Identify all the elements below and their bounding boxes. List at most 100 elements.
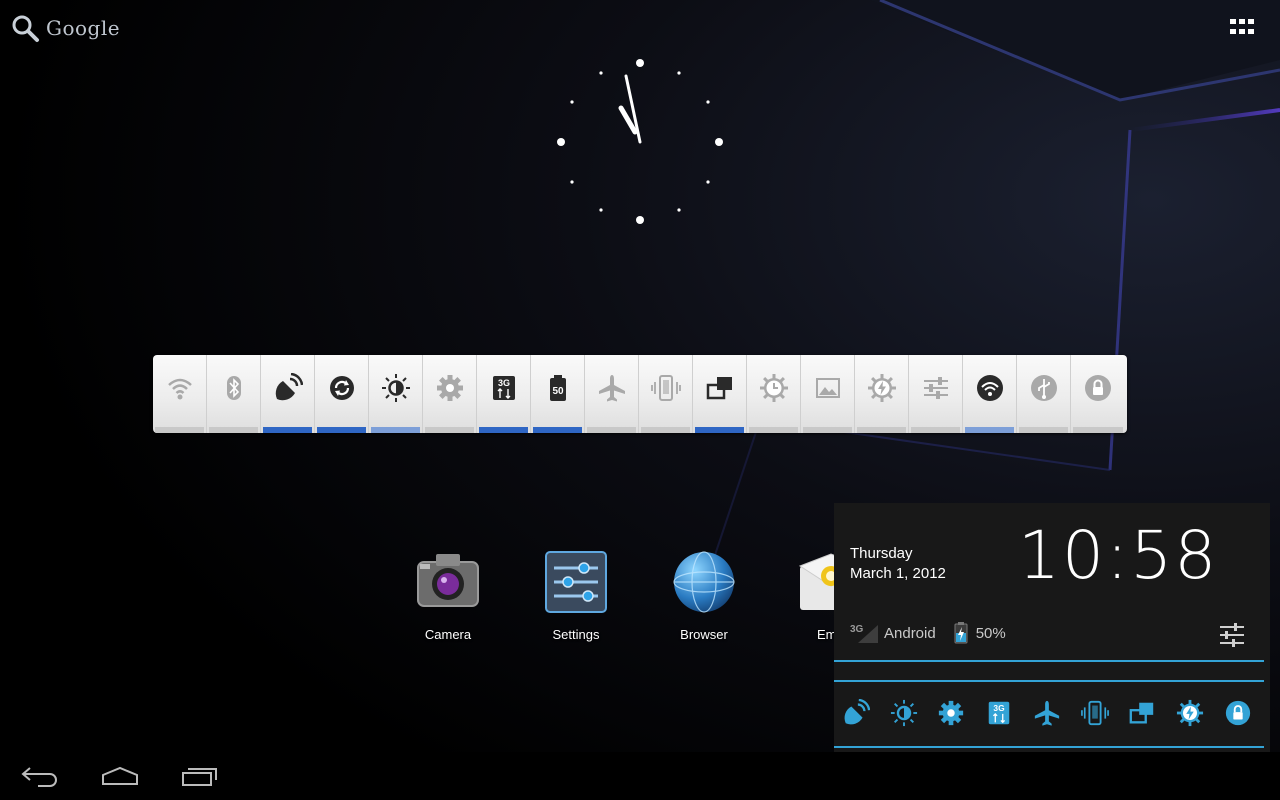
all-apps-grid-icon[interactable] [1228, 18, 1258, 38]
google-search-label: Google [46, 16, 121, 40]
analog-clock-widget[interactable] [540, 42, 740, 242]
power-save-icon [867, 374, 896, 402]
3g-signal-icon: 3G [850, 624, 878, 643]
toggle-state-indicator [425, 427, 474, 433]
vibrate-icon [1080, 700, 1109, 726]
3g-data-icon: 3G [988, 701, 1010, 725]
lock-icon [1085, 375, 1111, 401]
toggle-state-indicator [479, 427, 528, 433]
svg-text:50: 50 [552, 386, 564, 397]
quick-toggle-row: 3G [834, 693, 1264, 737]
quick-toggle-gps-satellite[interactable] [842, 698, 874, 731]
battery-charging-icon [954, 622, 968, 644]
toggle-state-indicator [641, 427, 690, 433]
rotate-screen-icon [706, 377, 732, 400]
date-label: March 1, 2012 [850, 565, 946, 582]
recent-apps-button[interactable] [170, 752, 230, 800]
power-toggle-lock[interactable] [1071, 355, 1125, 433]
toggle-state-indicator [695, 427, 744, 433]
power-toggle-settings[interactable] [423, 355, 477, 433]
toggle-state-indicator [749, 427, 798, 433]
bluetooth-icon [226, 376, 241, 400]
power-toggle-screen-timeout[interactable] [747, 355, 801, 433]
app-settings[interactable]: Settings [526, 548, 626, 648]
home-icon [102, 766, 138, 785]
globe-icon [673, 551, 735, 613]
network-type-label: 3G [850, 624, 864, 635]
email-icon [798, 553, 834, 610]
quick-toggle-rotate-screen[interactable] [1128, 699, 1160, 731]
gear-icon [939, 700, 964, 726]
panel-divider [834, 746, 1264, 748]
status-row: 3G Android 50% [850, 621, 1006, 645]
power-toggle-wifi[interactable] [153, 355, 207, 433]
toggle-state-indicator [857, 427, 906, 433]
camera-icon [417, 554, 479, 607]
power-toggle-wallpaper[interactable] [801, 355, 855, 433]
app-email[interactable]: Em [782, 548, 834, 648]
quick-toggle-3g-data[interactable]: 3G [985, 699, 1017, 731]
rotate-screen-icon [1130, 702, 1154, 724]
app-browser[interactable]: Browser [654, 548, 754, 648]
toggle-state-indicator [263, 427, 312, 433]
lock-icon [1225, 700, 1251, 726]
toggle-state-indicator [1073, 427, 1123, 433]
toggle-state-indicator [155, 427, 204, 433]
search-icon [12, 15, 39, 42]
app-camera[interactable]: Camera [398, 548, 498, 648]
power-toggle-airplane[interactable] [585, 355, 639, 433]
back-button[interactable] [10, 752, 70, 800]
toggle-state-indicator [371, 427, 420, 433]
power-toggle-power-save[interactable] [855, 355, 909, 433]
app-label: Settings [552, 627, 600, 642]
sliders-icon[interactable] [1218, 621, 1246, 649]
vibrate-icon [650, 375, 681, 401]
power-toggle-sound-settings[interactable] [909, 355, 963, 433]
day-label: Thursday [850, 545, 913, 562]
panel-divider [834, 680, 1264, 682]
app-label: Camera [424, 627, 472, 642]
notification-panel: Thursday March 1, 2012 10:58 3G Android … [834, 503, 1270, 753]
brightness-icon [890, 699, 917, 727]
power-toggle-brightness[interactable] [369, 355, 423, 433]
quick-toggle-vibrate[interactable] [1080, 699, 1113, 731]
back-icon [21, 767, 57, 787]
toggle-state-indicator [587, 427, 636, 433]
toggle-state-indicator [317, 427, 366, 433]
power-toggle-sync[interactable] [315, 355, 369, 433]
3g-data-icon: 3G [492, 376, 515, 400]
sync-icon [329, 376, 354, 400]
power-toggle-usb[interactable] [1017, 355, 1071, 433]
power-toggle-auto-rotate[interactable] [693, 355, 747, 433]
toggle-state-indicator [533, 427, 582, 433]
svg-text:3G: 3G [497, 378, 509, 388]
gear-icon [436, 375, 463, 401]
power-toggle-wifi-hotspot[interactable] [963, 355, 1017, 433]
power-toggle-bluetooth[interactable] [207, 355, 261, 433]
sliders-icon [923, 377, 948, 399]
power-toggle-mobile-data[interactable]: 3G [477, 355, 531, 433]
quick-toggle-lock[interactable] [1224, 699, 1256, 731]
toggle-state-indicator [911, 427, 960, 433]
svg-text:3G: 3G [994, 703, 1005, 713]
digital-time: 10:58 [1018, 517, 1219, 594]
quick-toggle-brightness[interactable] [890, 699, 922, 731]
navigation-bar [0, 752, 1280, 800]
quick-toggle-airplane[interactable] [1033, 699, 1065, 731]
google-search-bar[interactable]: Google [10, 10, 120, 46]
wifi-hotspot-icon [976, 375, 1003, 401]
quick-toggle-gear[interactable] [937, 699, 969, 731]
power-toggle-gps[interactable] [261, 355, 315, 433]
power-toggle-vibrate[interactable] [639, 355, 693, 433]
quick-toggle-power-save[interactable] [1176, 699, 1208, 731]
recent-apps-icon [182, 768, 217, 786]
panel-divider [834, 660, 1264, 662]
timeout-icon [759, 374, 788, 402]
gps-satellite-icon [275, 373, 303, 401]
toggle-state-indicator [1019, 427, 1068, 433]
home-button[interactable] [90, 752, 150, 800]
toggle-state-indicator [209, 427, 258, 433]
power-toggle-battery[interactable]: 50 [531, 355, 585, 433]
battery-percent: 50% [975, 624, 1006, 642]
power-control-widget: 3G 50 [153, 355, 1127, 433]
